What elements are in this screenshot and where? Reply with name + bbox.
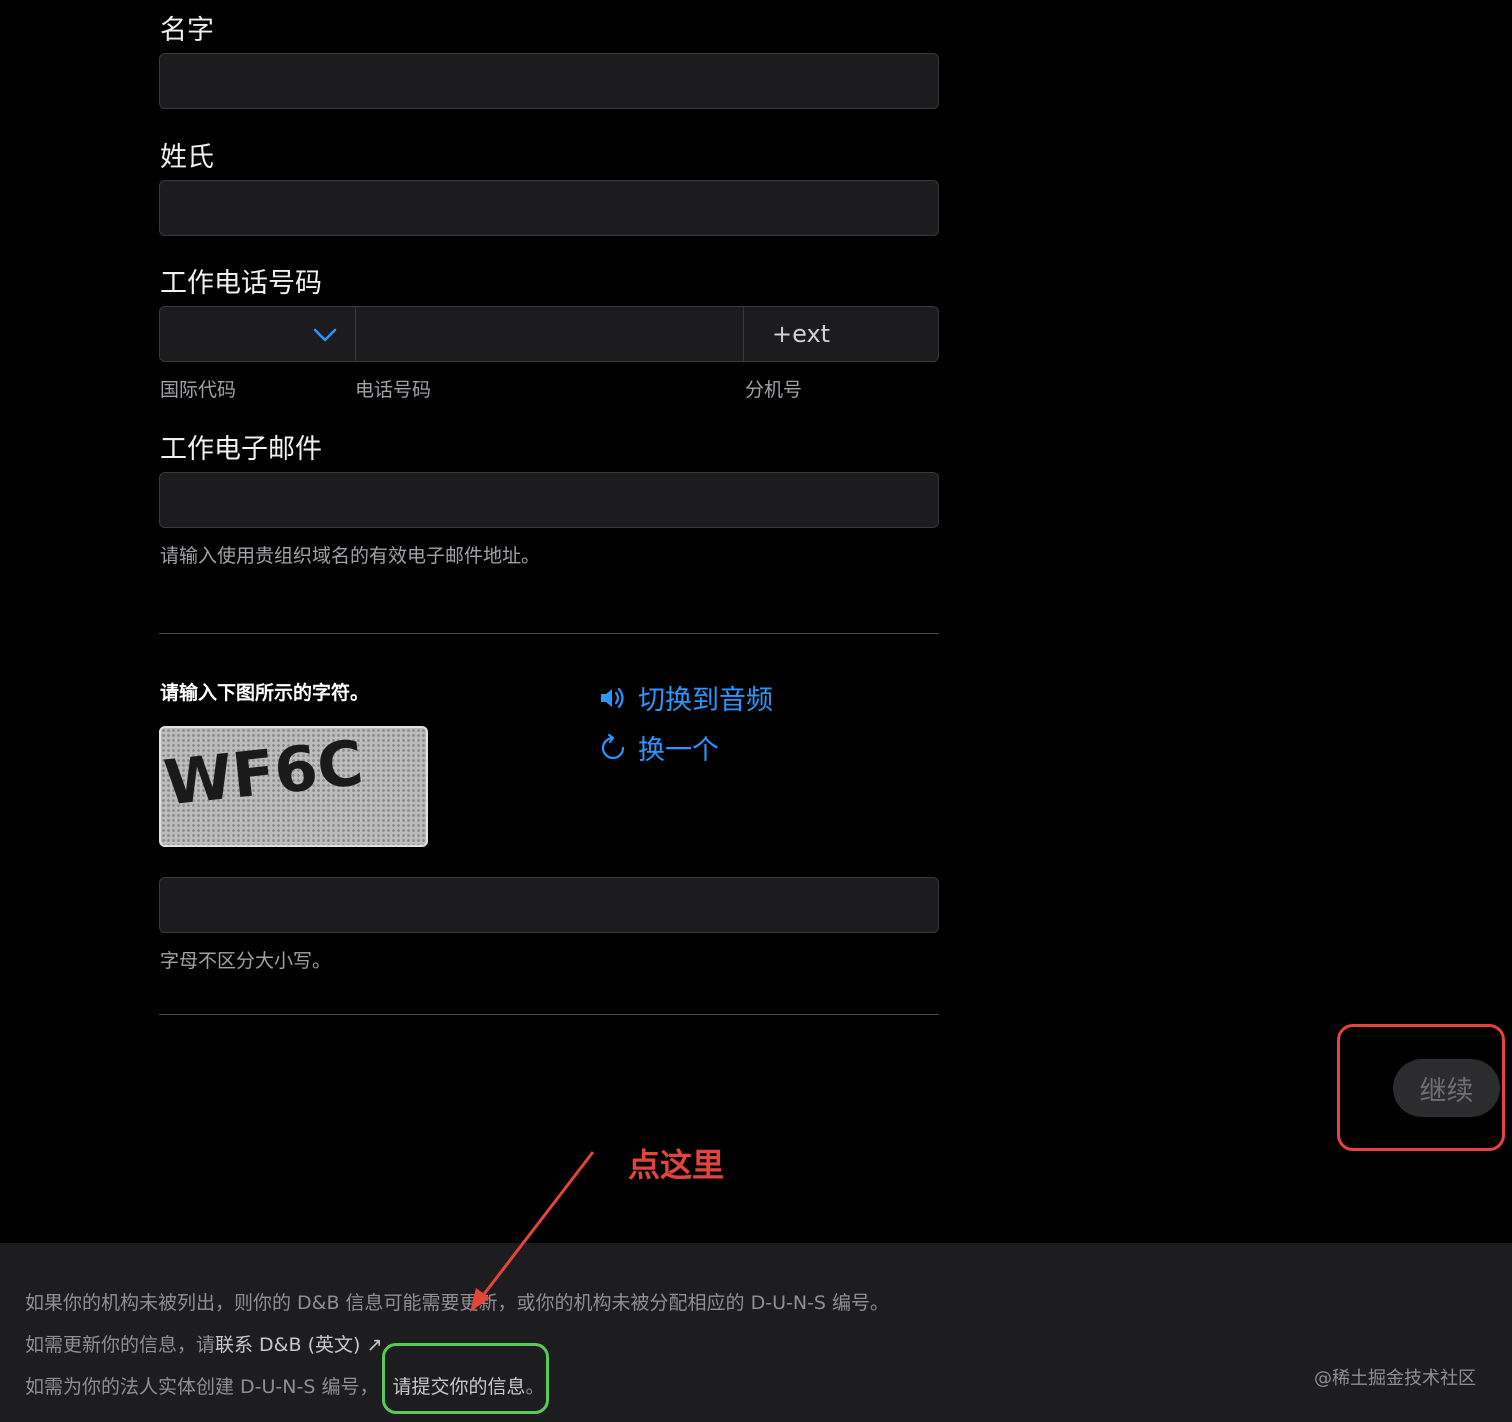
footer-line-2-prefix: 如需更新你的信息，请 [25,1334,216,1356]
captcha-text: WF6C [161,728,366,820]
last-name-label: 姓氏 [160,142,214,173]
work-phone-label: 工作电话号码 [160,268,322,299]
annotation-label: 点这里 [628,1146,725,1184]
watermark: @稀土掘金技术社区 [1314,1368,1476,1389]
switch-to-audio-label: 切换到音频 [638,685,773,716]
country-code-caption: 国际代码 [160,379,237,401]
work-email-label: 工作电子邮件 [160,434,322,465]
divider [159,1014,939,1015]
footer-line-2: 如需更新你的信息，请联系 D&B (英文) ↗ [25,1330,382,1357]
contact-dnb-link[interactable]: 联系 D&B (英文) [215,1334,360,1356]
footer-line-1: 如果你的机构未被列出，则你的 D&B 信息可能需要更新，或你的机构未被分配相应的… [25,1292,890,1314]
captcha-hint: 字母不区分大小写。 [160,950,332,972]
ext-placeholder: +ext [772,320,831,348]
first-name-input[interactable] [159,53,939,109]
phone-ext-input[interactable]: +ext [744,307,938,361]
refresh-icon [601,733,625,759]
captcha-title: 请输入下图所示的字符。 [160,682,370,704]
divider [159,633,939,634]
phone-number-caption: 电话号码 [355,379,432,401]
page: 名字 姓氏 工作电话号码 +ext 国际代码 电话号码 分机号 工作电子邮件 请… [0,0,1512,1422]
external-link-icon: ↗ [366,1334,383,1356]
refresh-captcha-label: 换一个 [638,735,719,766]
phone-ext-caption: 分机号 [745,379,803,401]
last-name-input[interactable] [159,180,939,236]
annotation-box-green [382,1343,549,1414]
speaker-icon [601,687,624,708]
switch-to-audio-link[interactable]: 切换到音频 [598,678,773,717]
country-code-select[interactable] [160,307,356,361]
continue-button[interactable]: 继续 [1393,1059,1500,1117]
captcha-input[interactable] [159,877,939,933]
first-name-label: 名字 [160,15,214,46]
refresh-captcha-link[interactable]: 换一个 [598,728,719,767]
footer-line-3-prefix: 如需为你的法人实体创建 D-U-N-S 编号， [25,1376,379,1398]
captcha-image: WF6C [159,726,428,847]
work-email-hint: 请输入使用贵组织域名的有效电子邮件地址。 [160,545,541,567]
phone-number-input[interactable] [356,307,744,361]
phone-row: +ext [159,306,939,362]
work-email-input[interactable] [159,472,939,528]
chevron-down-icon [313,328,337,342]
